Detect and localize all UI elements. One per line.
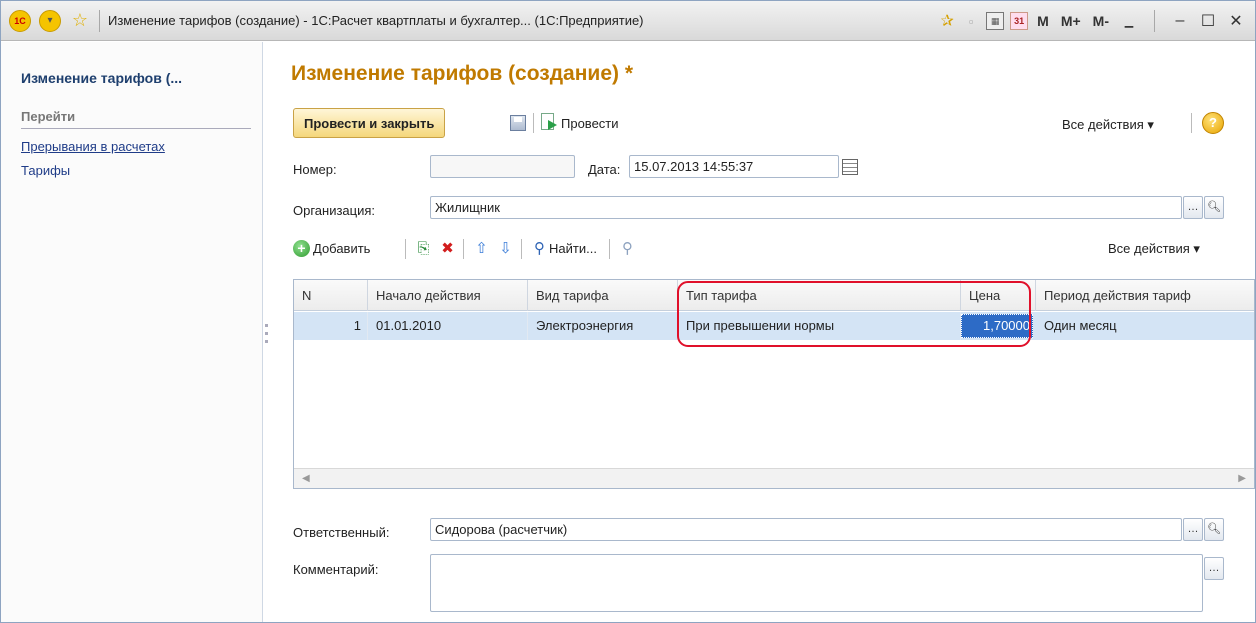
date-field[interactable]: 15.07.2013 14:55:37 [629,155,839,178]
find-icon[interactable]: ⚲ [531,240,548,257]
title-separator [99,9,100,32]
app-window: 1С ▾ ☆ Изменение тарифов (создание) - 1С… [0,0,1256,623]
number-label: Номер: [293,162,337,177]
horizontal-scrollbar[interactable]: ◀ ▶ [294,468,1254,488]
main-content: Изменение тарифов (создание) * Провести … [269,42,1255,622]
controls-separator [1154,10,1155,32]
organization-search-icon[interactable]: 🔍︎ [1204,196,1224,219]
main-menu-icon[interactable]: ▾ [39,9,61,32]
responsible-search-icon[interactable]: 🔍︎ [1204,518,1224,541]
sidebar-divider [21,128,251,129]
scroll-right-icon[interactable]: ▶ [1238,473,1246,484]
responsible-field[interactable]: Сидорова (расчетчик) [430,518,1182,541]
favorites-star-icon[interactable]: ☆ [69,10,91,32]
post-icon[interactable] [541,113,558,132]
table-all-actions-menu[interactable]: Все действия ▾ [1108,241,1200,257]
toolbar-separator [533,113,534,133]
help-icon[interactable]: ? [1202,112,1224,134]
title-bar: 1С ▾ ☆ Изменение тарифов (создание) - 1С… [1,1,1255,41]
minimize-icon[interactable]: – [1169,12,1191,30]
app-logo-icon[interactable]: 1С [9,9,31,32]
tbl-separator-3 [521,239,522,259]
comment-expand-button[interactable]: … [1204,557,1224,580]
column-header-period[interactable]: Период действия тариф [1036,280,1254,311]
cell-tariff-kind[interactable]: Электроэнергия [528,312,678,340]
calendar-icon[interactable]: 31 [1010,12,1029,30]
date-picker-icon[interactable] [842,159,858,175]
tbl-separator-4 [609,239,610,259]
organization-field[interactable]: Жилищник [430,196,1182,219]
comment-label: Комментарий: [293,562,379,577]
number-field[interactable] [430,155,575,178]
toolbar-separator-right [1191,113,1192,133]
responsible-label: Ответственный: [293,525,390,540]
scroll-left-icon[interactable]: ◀ [302,473,310,484]
move-down-icon[interactable]: ⇩ [497,240,514,257]
tbl-separator-2 [463,239,464,259]
post-button[interactable]: Провести [561,116,619,131]
sidebar-title[interactable]: Изменение тарифов (... [21,70,182,86]
sidebar-nav-title: Перейти [21,109,76,124]
organization-select-button[interactable]: … [1183,196,1203,219]
responsible-select-button[interactable]: … [1183,518,1203,541]
sidebar-item-tariffs[interactable]: Тарифы [21,163,70,178]
history-icon[interactable]: ▫ [962,12,980,30]
cancel-search-icon[interactable]: ⚲ [619,240,636,257]
sidebar: Изменение тарифов (... Перейти Прерывани… [1,42,263,622]
memory-plus-button[interactable]: M+ [1058,13,1084,29]
sidebar-item-interruptions[interactable]: Прерывания в расчетах [21,139,165,154]
cell-n[interactable]: 1 [294,312,368,340]
close-icon[interactable]: ✕ [1225,11,1247,31]
title-bar-controls: ✰ ▫ ▦ 31 M M+ M- ▁ – ☐ ✕ [938,1,1247,41]
copy-row-icon[interactable]: ⎘ [415,240,432,257]
add-favorite-icon[interactable]: ✰ [938,12,956,30]
save-icon[interactable] [510,115,526,131]
cell-period[interactable]: Один месяц [1036,312,1254,340]
window-title: Изменение тарифов (создание) - 1С:Расчет… [108,13,644,28]
maximize-icon[interactable]: ☐ [1197,11,1219,31]
column-header-tariff-kind[interactable]: Вид тарифа [528,280,678,311]
dropdown-icon[interactable]: ▁ [1118,15,1140,28]
add-icon[interactable]: + [293,240,310,257]
tbl-separator-1 [405,239,406,259]
highlight-outline [677,281,1031,347]
post-and-close-button[interactable]: Провести и закрыть [293,108,446,138]
column-header-start[interactable]: Начало действия [368,280,528,311]
move-up-icon[interactable]: ⇧ [473,240,490,257]
comment-field[interactable] [430,554,1203,612]
column-header-n[interactable]: N [294,280,368,311]
add-button[interactable]: Добавить [313,241,370,256]
memory-minus-button[interactable]: M- [1090,13,1112,29]
find-button[interactable]: Найти... [549,241,597,256]
page-title: Изменение тарифов (создание) * [291,62,634,85]
cell-start[interactable]: 01.01.2010 [368,312,528,340]
memory-m-button[interactable]: M [1034,13,1052,29]
organization-label: Организация: [293,203,376,218]
all-actions-menu[interactable]: Все действия ▾ [1062,117,1154,133]
date-label: Дата: [588,162,621,177]
calculator-icon[interactable]: ▦ [986,12,1005,30]
delete-row-icon[interactable]: ✖ [439,240,456,257]
table-toolbar: + Добавить ⎘ ✖ ⇧ ⇩ ⚲ Найти... ⚲ Все дейс… [293,237,1233,261]
